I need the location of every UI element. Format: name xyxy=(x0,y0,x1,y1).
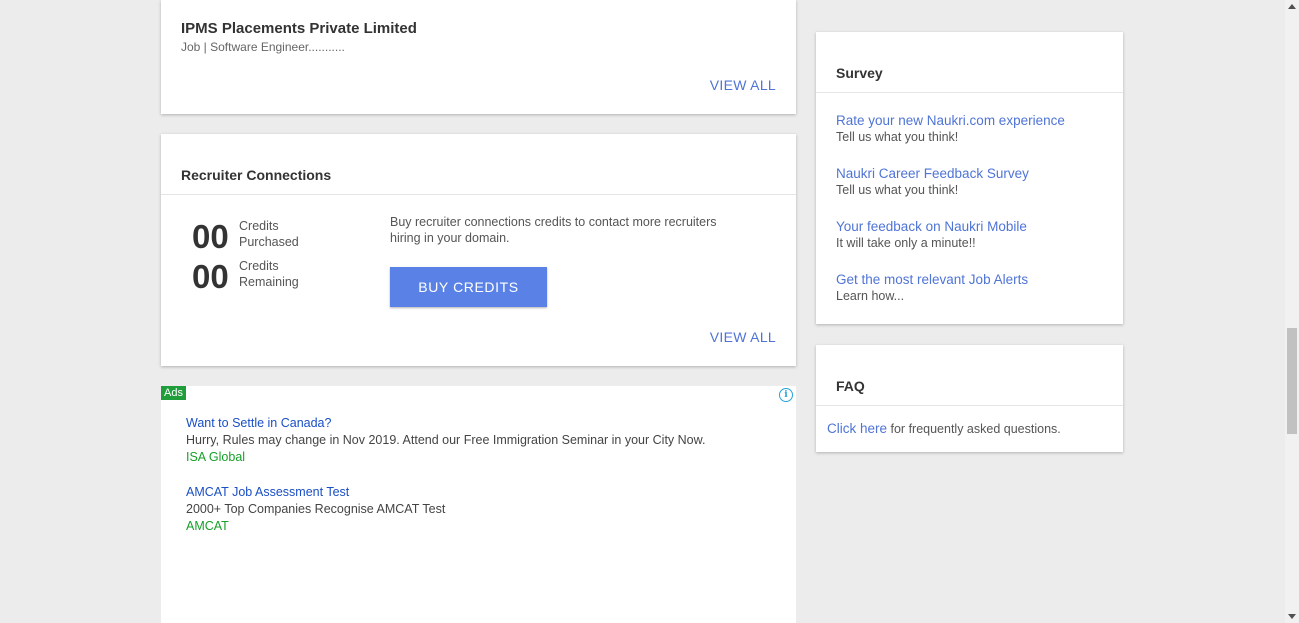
credits-remaining-label-line2: Remaining xyxy=(239,275,299,289)
survey-link[interactable]: Naukri Career Feedback Survey xyxy=(836,165,1029,182)
faq-title: FAQ xyxy=(836,378,865,394)
faq-card: FAQ Click here for frequently asked ques… xyxy=(816,345,1123,452)
job-subtitle: Job | Software Engineer........... xyxy=(181,40,345,54)
survey-card: Survey Rate your new Naukri.com experien… xyxy=(816,32,1123,324)
credits-purchased-label: Credits Purchased xyxy=(239,218,299,250)
card-divider xyxy=(816,92,1123,93)
scroll-up-arrow-icon[interactable] xyxy=(1288,4,1296,9)
buy-credits-button[interactable]: BUY CREDITS xyxy=(390,267,547,307)
survey-link[interactable]: Get the most relevant Job Alerts xyxy=(836,271,1028,288)
ad-source[interactable]: ISA Global xyxy=(186,449,705,466)
ad-description: 2000+ Top Companies Recognise AMCAT Test xyxy=(186,502,446,516)
faq-description: for frequently asked questions. xyxy=(887,422,1061,436)
survey-link[interactable]: Your feedback on Naukri Mobile xyxy=(836,218,1027,235)
scroll-down-arrow-icon[interactable] xyxy=(1288,614,1296,619)
ad-item: AMCAT Job Assessment Test 2000+ Top Comp… xyxy=(186,484,445,535)
survey-subtext: Tell us what you think! xyxy=(836,183,959,197)
recruiter-connections-card: Recruiter Connections 00 Credits Purchas… xyxy=(161,134,796,366)
credits-purchased-label-line2: Purchased xyxy=(239,235,299,249)
survey-item: Rate your new Naukri.com experience Tell… xyxy=(836,112,1065,145)
survey-title: Survey xyxy=(836,65,883,81)
ad-info-icon[interactable]: i xyxy=(779,388,793,402)
ad-title[interactable]: AMCAT Job Assessment Test xyxy=(186,484,445,501)
card-divider xyxy=(816,405,1123,406)
ad-source[interactable]: AMCAT xyxy=(186,518,445,535)
faq-click-here-link[interactable]: Click here xyxy=(827,421,887,436)
job-card: IPMS Placements Private Limited Job | So… xyxy=(161,0,796,114)
recruiter-card-title: Recruiter Connections xyxy=(181,167,332,183)
survey-subtext: Tell us what you think! xyxy=(836,130,959,144)
credits-remaining-count: 00 xyxy=(192,258,229,295)
ads-badge: Ads xyxy=(161,386,186,400)
credits-purchased-label-line1: Credits xyxy=(239,219,279,233)
ads-panel: Ads i Want to Settle in Canada? Hurry, R… xyxy=(161,386,796,623)
credits-remaining-label: Credits Remaining xyxy=(239,258,299,290)
job-view-all-link[interactable]: VIEW ALL xyxy=(710,77,776,93)
survey-subtext: Learn how... xyxy=(836,289,905,303)
ad-title[interactable]: Want to Settle in Canada? xyxy=(186,415,705,432)
survey-item: Get the most relevant Job Alerts Learn h… xyxy=(836,271,1028,304)
recruiter-description: Buy recruiter connections credits to con… xyxy=(390,215,717,245)
credits-remaining-label-line1: Credits xyxy=(239,259,279,273)
survey-item: Your feedback on Naukri Mobile It will t… xyxy=(836,218,1027,251)
scrollbar-thumb[interactable] xyxy=(1287,328,1297,434)
job-company-name[interactable]: IPMS Placements Private Limited xyxy=(181,20,417,37)
ad-item: Want to Settle in Canada? Hurry, Rules m… xyxy=(186,415,705,466)
survey-item: Naukri Career Feedback Survey Tell us wh… xyxy=(836,165,1029,198)
faq-text: Click here for frequently asked question… xyxy=(827,421,1061,436)
card-divider xyxy=(161,194,796,195)
credits-purchased-count: 00 xyxy=(192,218,229,255)
survey-subtext: It will take only a minute!! xyxy=(836,236,976,250)
survey-link[interactable]: Rate your new Naukri.com experience xyxy=(836,112,1065,129)
page-scrollbar[interactable] xyxy=(1285,0,1299,623)
recruiter-view-all-link[interactable]: VIEW ALL xyxy=(710,329,776,345)
ad-description: Hurry, Rules may change in Nov 2019. Att… xyxy=(186,433,706,447)
